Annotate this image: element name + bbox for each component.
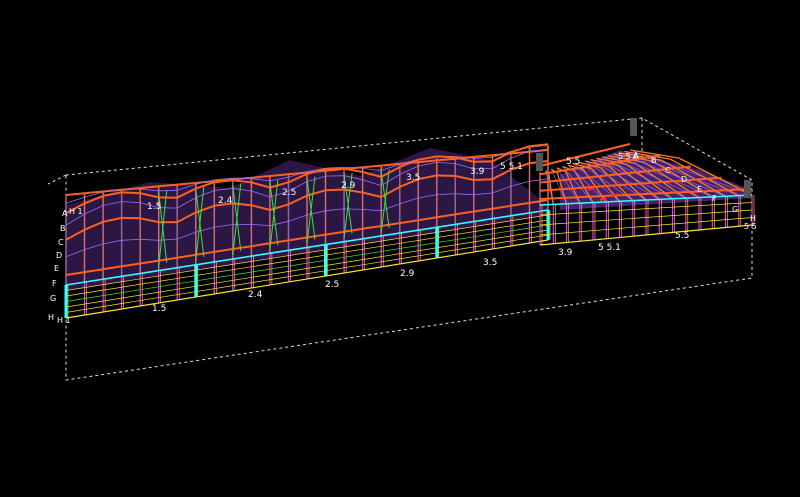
equipment-block	[536, 153, 543, 171]
grid-row-label: H	[48, 313, 54, 322]
axis-label: 5.5	[566, 157, 580, 167]
grid-row-label: B	[651, 156, 657, 165]
corner-label: 5 5 A	[618, 152, 639, 161]
purlin	[473, 178, 493, 181]
grid-row-label: E	[697, 185, 702, 194]
bottom-axis-label: 5.5	[675, 231, 689, 241]
structural-model-3d-view[interactable]: A B C D E F G H H 1 H 1 A B C D E F G H …	[0, 0, 800, 497]
grid-row-label: F	[52, 279, 57, 288]
grid-row-label: D	[681, 175, 687, 184]
purlin	[121, 191, 141, 195]
bottom-axis-label: 2.9	[400, 269, 415, 279]
model-viewport[interactable]: A B C D E F G H H 1 H 1 A B C D E F G H …	[0, 0, 800, 497]
bottom-axis-label: 3.9	[558, 248, 573, 258]
axis-label: 5 5.1	[500, 162, 523, 172]
grid-row-label: C	[58, 238, 64, 247]
grid-row-label: B	[60, 224, 66, 233]
grid-row-label: F	[712, 194, 717, 203]
grid-row-label: G	[732, 205, 738, 214]
grid-row-label: G	[50, 294, 56, 303]
grid-row-label: C	[665, 166, 671, 175]
purlin	[232, 177, 252, 179]
bottom-axis-label: 3.5	[483, 258, 497, 268]
purlin	[436, 174, 456, 177]
purlin	[158, 189, 178, 192]
purlin	[436, 155, 456, 159]
bottom-axis-label: 1.5	[152, 304, 166, 314]
corner-label: H 1	[57, 316, 71, 325]
corner-label: H 1	[69, 207, 83, 216]
axis-label: 2.9	[341, 181, 356, 191]
equipment-block	[630, 118, 637, 136]
axis-label: 3.9	[470, 167, 485, 177]
axis-label: 1.5	[147, 202, 161, 212]
bottom-axis-label: 5 5.1	[598, 243, 621, 253]
axis-label: 2.5	[282, 188, 296, 198]
purlin	[325, 167, 345, 171]
equipment-block	[744, 180, 751, 198]
axis-label: 3.5	[406, 173, 420, 183]
corner-label: 5 5	[744, 222, 757, 231]
axis-label: 2.4	[218, 196, 233, 206]
bottom-axis-label: 2.4	[248, 290, 263, 300]
purlin	[344, 208, 363, 210]
grid-row-label: A	[62, 209, 68, 218]
grid-row-label: E	[54, 264, 59, 273]
bottom-axis-label: 2.5	[325, 280, 339, 290]
grid-row-label: D	[56, 251, 62, 260]
